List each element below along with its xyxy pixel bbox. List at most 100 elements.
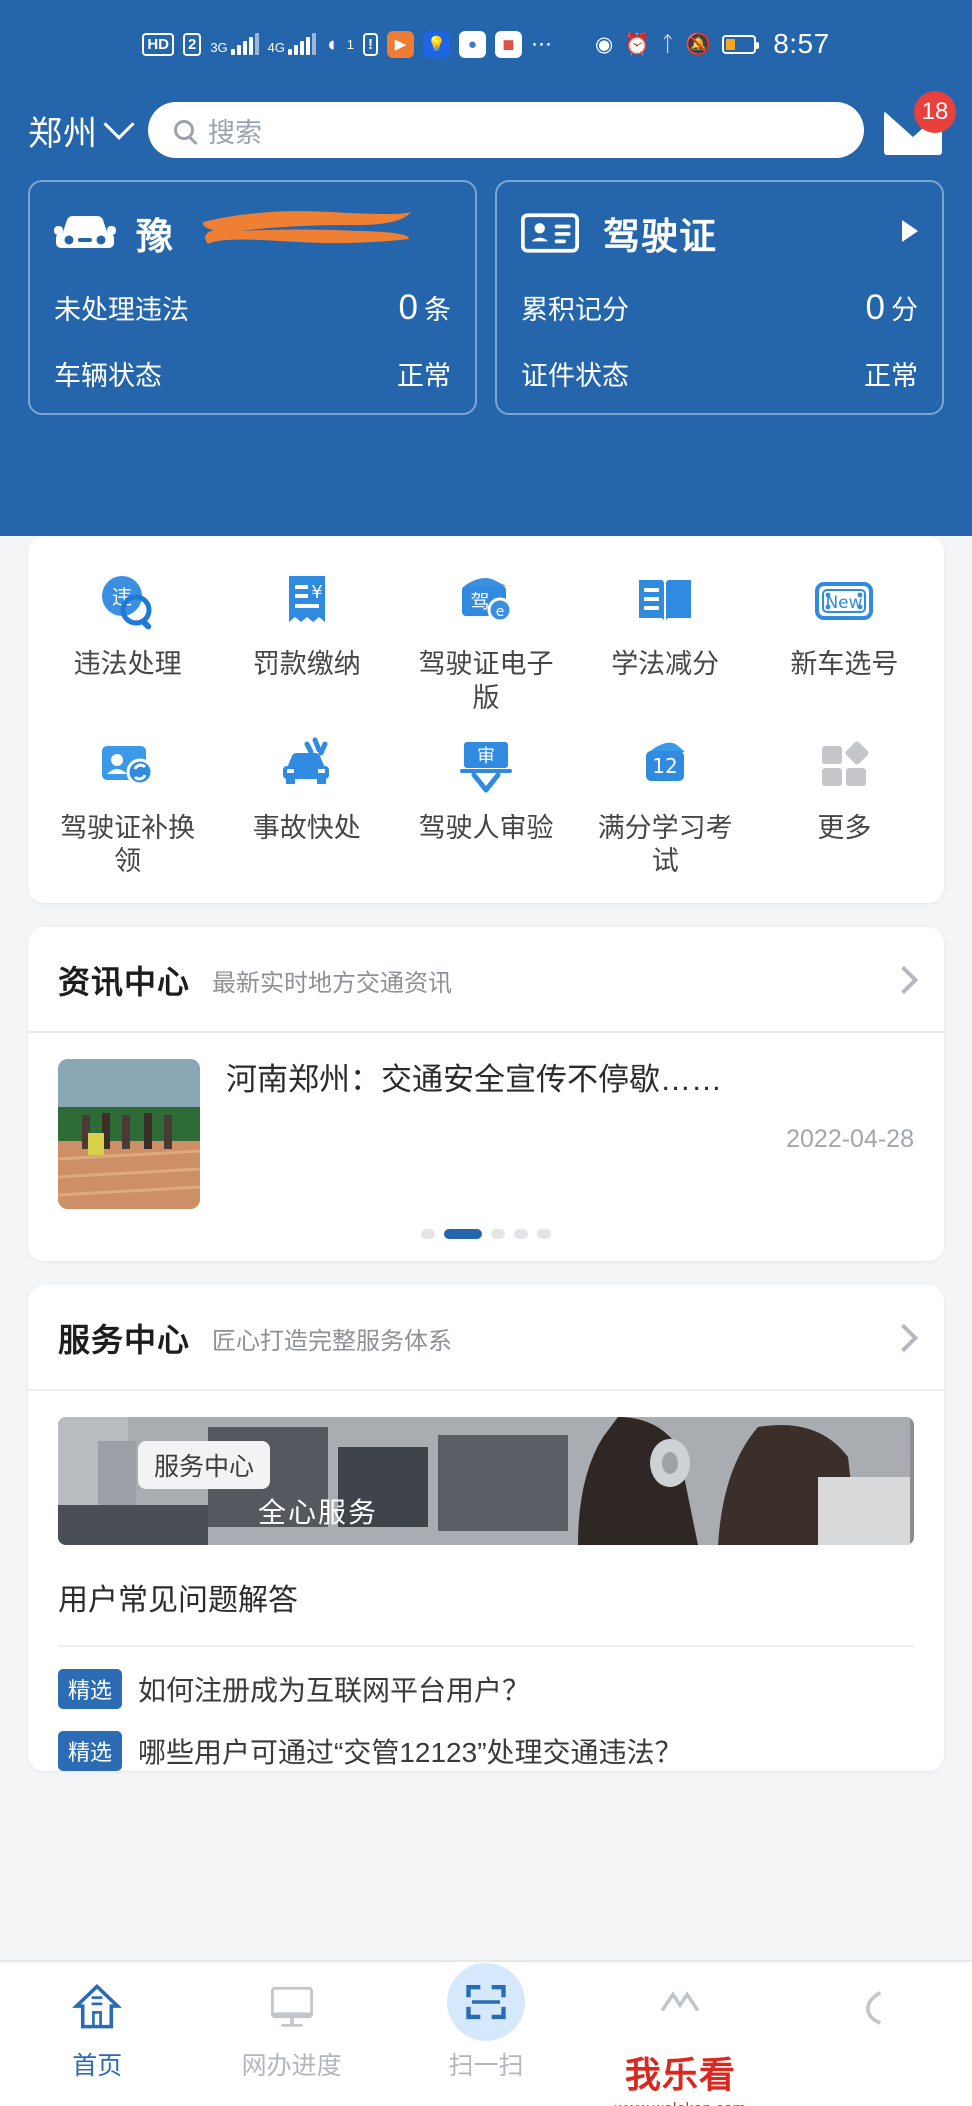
faq-badge: 精选 — [58, 1669, 123, 1709]
service-banner-tag: 服务中心 — [138, 1441, 271, 1489]
battery-icon — [722, 34, 760, 54]
news-card: 资讯中心 最新实时地方交通资讯 河南郑州：交通安全宣传不停歇…… 2022-04… — [28, 927, 944, 1261]
grid-label: 更多 — [817, 812, 872, 843]
grid-item-violation[interactable]: 违 违法处理 — [38, 570, 217, 716]
grid-label: 满分学习考试 — [597, 812, 733, 877]
open-book-icon — [626, 570, 704, 634]
news-section-subtitle: 最新实时地方交通资讯 — [212, 969, 453, 997]
grid-item-license-renew[interactable]: 驾驶证补换领 — [38, 734, 217, 880]
license-renew-icon — [89, 734, 167, 798]
monitor-icon — [267, 1978, 317, 2036]
pagination-dot[interactable] — [491, 1229, 505, 1239]
more-grid-icon — [805, 734, 883, 798]
faq-item[interactable]: 精选 哪些用户可通过“交管12123”处理交通违法？ — [28, 1709, 944, 1771]
pagination-dot[interactable] — [421, 1229, 435, 1239]
license-points-label: 累积记分 — [521, 295, 629, 325]
mail-button[interactable]: 18 — [882, 91, 956, 157]
chevron-right-icon[interactable] — [889, 1323, 919, 1353]
status-bar-clock: 8:57 — [773, 28, 830, 59]
license-points-value: 0分 — [866, 288, 918, 328]
top-cards: 豫 未处理违法 0条 车辆状态 正常 驾驶证 累积记分 0 分 证件状态 正常 — [0, 180, 972, 441]
news-title: 河南郑州：交通安全宣传不停歇…… — [226, 1062, 722, 1097]
service-card: 服务中心 匠心打造完整服务体系 服务中心 全心服务 用户常见问题解答 精选 如何… — [28, 1285, 944, 1771]
3g-signal-icon: 3G — [210, 33, 259, 55]
grid-item-accident[interactable]: 事故快处 — [217, 734, 396, 880]
tab-message[interactable]: 我乐看 www.woleken.com — [583, 1978, 777, 2106]
chevron-right-icon[interactable] — [889, 965, 919, 995]
tab-progress[interactable]: 网办进度 — [194, 1978, 388, 2082]
watermark: 我乐看 www.woleken.com — [615, 2046, 746, 2106]
full-score-12-icon: 12 — [626, 734, 704, 798]
service-banner[interactable]: 服务中心 全心服务 — [58, 1417, 914, 1545]
faq-heading: 用户常见问题解答 — [58, 1584, 298, 1617]
4g-signal-icon: 4G — [267, 33, 317, 55]
faq-text: 哪些用户可通过“交管12123”处理交通违法？ — [138, 1737, 683, 1768]
search-icon — [174, 120, 194, 140]
faq-badge: 精选 — [58, 1731, 123, 1771]
grid-item-driver-review[interactable]: 审 驾驶人审验 — [396, 734, 575, 880]
grid-label: 驾驶人审验 — [418, 812, 554, 843]
svg-text:审: 审 — [477, 746, 495, 767]
grid-item-study-points[interactable]: 学法减分 — [576, 570, 755, 716]
license-points-unit: 分 — [891, 295, 918, 325]
service-section-header[interactable]: 服务中心 匠心打造完整服务体系 — [28, 1285, 944, 1391]
quick-actions-card: 违 违法处理 ¥ 罚款缴纳 驾 e 驾驶证电子版 学法减分 New 新车选号 驾… — [28, 536, 944, 903]
tab-profile[interactable] — [778, 1978, 972, 2046]
message-icon — [655, 1978, 705, 2036]
grid-item-more[interactable]: 更多 — [755, 734, 934, 880]
grid-item-fine-payment[interactable]: ¥ 罚款缴纳 — [217, 570, 396, 716]
news-item[interactable]: 河南郑州：交通安全宣传不停歇…… 2022-04-28 — [28, 1033, 944, 1219]
faq-item[interactable]: 精选 如何注册成为互联网平台用户？ — [28, 1647, 944, 1709]
vehicle-status-value: 正常 — [397, 361, 451, 391]
license-arrow-icon[interactable] — [902, 220, 918, 242]
tab-home[interactable]: 首页 — [0, 1978, 194, 2082]
faq-text: 如何注册成为互联网平台用户？ — [138, 1675, 531, 1706]
grid-label: 驾驶证电子版 — [418, 649, 554, 713]
grid-label: 学法减分 — [611, 649, 720, 679]
4g-label: 4G — [267, 40, 286, 55]
vehicle-card[interactable]: 豫 未处理违法 0条 车辆状态 正常 — [28, 180, 477, 415]
city-name: 郑州 — [28, 114, 98, 153]
3g-label: 3G — [210, 40, 228, 55]
grid-item-new-plate[interactable]: New 新车选号 — [755, 570, 934, 716]
news-pagination[interactable] — [28, 1219, 944, 1261]
app-root: HD 2 3G 4G ◖ 1 ! ▶ 💡 ● ◼ ⋯ ◉ ⏰ ᛏ 🔕 8:57 … — [0, 0, 972, 2106]
hotspot-icon: ◖ — [325, 32, 338, 56]
license-card-header: 驾驶证 — [521, 204, 918, 262]
license-status-value: 正常 — [864, 361, 918, 391]
license-row-status: 证件状态 正常 — [521, 354, 918, 393]
service-banner-subtitle: 全心服务 — [258, 1497, 379, 1528]
vehicle-violations-label: 未处理违法 — [54, 295, 189, 325]
grid-item-full-score[interactable]: 12 满分学习考试 — [576, 734, 755, 880]
vehicle-card-header: 豫 — [54, 204, 451, 262]
news-section-header[interactable]: 资讯中心 最新实时地方交通资讯 — [28, 927, 944, 1033]
chevron-down-icon — [103, 108, 135, 140]
news-thumbnail — [58, 1059, 200, 1209]
vehicle-violations-unit: 条 — [424, 295, 451, 325]
vehicle-status-label: 车辆状态 — [54, 361, 162, 391]
svg-text:e: e — [496, 604, 505, 620]
city-selector[interactable]: 郑州 — [28, 106, 135, 155]
vehicle-violations-value: 0条 — [399, 288, 451, 328]
receipt-yuan-icon: ¥ — [268, 570, 346, 634]
pagination-dot[interactable] — [514, 1229, 528, 1239]
tab-scan[interactable]: 扫一扫 — [389, 1963, 583, 2082]
pagination-dot[interactable] — [537, 1229, 551, 1239]
grid-item-e-license[interactable]: 驾 e 驾驶证电子版 — [396, 570, 575, 716]
bottom-tab-bar: 首页 网办进度 扫一扫 我乐看 — [0, 1960, 972, 2106]
license-card[interactable]: 驾驶证 累积记分 0分 证件状态 正常 — [495, 180, 944, 415]
tab-label: 扫一扫 — [448, 2052, 524, 2080]
search-input[interactable]: 搜索 — [148, 102, 864, 158]
mail-badge: 18 — [914, 91, 956, 133]
scan-icon-circle — [447, 1963, 526, 2041]
id-card-icon — [521, 211, 583, 255]
service-section-subtitle: 匠心打造完整服务体系 — [212, 1327, 453, 1355]
mute-icon: 🔕 — [685, 32, 712, 56]
pagination-dot-active[interactable] — [444, 1229, 482, 1239]
status-bar-left: HD 2 3G 4G ◖ 1 ! ▶ 💡 ● ◼ ⋯ — [142, 30, 552, 58]
watermark-url: www.woleken.com — [615, 2100, 746, 2106]
accident-car-icon — [268, 734, 346, 798]
grid-label: 驾驶证补换领 — [60, 812, 196, 877]
violation-search-icon: 违 — [89, 570, 167, 634]
svg-text:New: New — [826, 593, 863, 613]
